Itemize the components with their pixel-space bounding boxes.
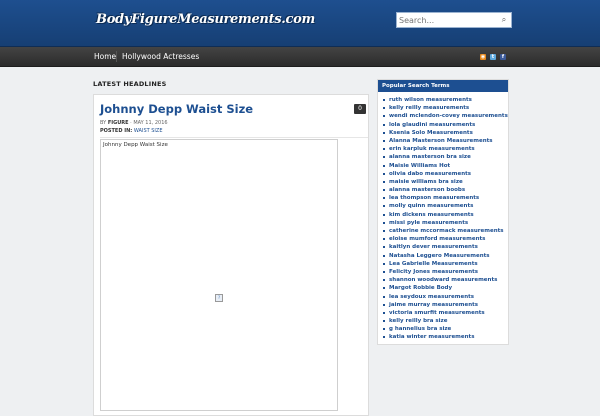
facebook-icon[interactable]: f	[500, 54, 506, 60]
search-term-item[interactable]: katia winter measurements	[382, 333, 508, 341]
broken-image-icon: ?	[215, 294, 223, 302]
search-term-item[interactable]: victoria smurfit measurements	[382, 309, 508, 317]
search-term-link[interactable]: kelly reilly measurements	[389, 105, 469, 111]
search-term-item[interactable]: Lea Gabrielle Measurements	[382, 260, 508, 268]
search-term-item[interactable]: olivia dabo measurements	[382, 170, 508, 178]
search-term-item[interactable]: g hannelius bra size	[382, 325, 508, 333]
nav-item-home[interactable]: Home	[94, 47, 116, 66]
search-term-item[interactable]: shannon woodward measurements	[382, 276, 508, 284]
search-term-link[interactable]: Margot Robbie Body	[389, 285, 452, 291]
search-input[interactable]	[399, 13, 495, 27]
search-terms-list: ruth wilson measurements kelly reilly me…	[382, 96, 508, 342]
search-term-item[interactable]: Felicity Jones measurements	[382, 268, 508, 276]
search-box[interactable]: ⌕	[396, 12, 512, 28]
search-term-item[interactable]: kim dickens measurements	[382, 211, 508, 219]
search-term-link[interactable]: Lea Gabrielle Measurements	[389, 261, 478, 267]
post-divider	[100, 137, 368, 138]
rss-icon[interactable]: ◉	[480, 54, 486, 60]
posted-in-label: POSTED IN:	[100, 128, 133, 134]
search-term-link[interactable]: kelly reilly bra size	[389, 318, 447, 324]
search-term-link[interactable]: molly quinn measurements	[389, 203, 473, 209]
search-term-link[interactable]: wendi mclendon-covey measurements	[389, 113, 508, 119]
search-term-link[interactable]: katia winter measurements	[389, 334, 474, 340]
main-navigation: Home Hollywood Actresses ◉ t f	[0, 47, 600, 67]
post-byline: BY FIGURE · MAY 11, 2016	[100, 120, 168, 126]
search-term-item[interactable]: Alanna Masterson Measurements	[382, 137, 508, 145]
search-term-link[interactable]: eloise mumford measurements	[389, 236, 485, 242]
search-term-link[interactable]: missi pyle measurements	[389, 220, 468, 226]
search-term-link[interactable]: kaitlyn dever measurements	[389, 244, 478, 250]
search-term-item[interactable]: Natasha Leggero Measurements	[382, 252, 508, 260]
search-term-item[interactable]: lea seydoux measurements	[382, 293, 508, 301]
post-date: MAY 11, 2016	[133, 120, 168, 126]
search-term-item[interactable]: molly quinn measurements	[382, 202, 508, 210]
nav-item-hollywood-actresses[interactable]: Hollywood Actresses	[122, 47, 199, 66]
site-logo[interactable]: BodyFigureMeasurements.com	[96, 12, 315, 27]
search-term-item[interactable]: lea thompson measurements	[382, 194, 508, 202]
search-term-item[interactable]: alanna masterson bra size	[382, 153, 508, 161]
search-term-link[interactable]: maisie williams bra size	[389, 179, 463, 185]
search-term-link[interactable]: catherine mccormack measurements	[389, 228, 504, 234]
sidebar-popular-searches: Popular Search Terms ruth wilson measure…	[377, 79, 509, 345]
search-term-item[interactable]: maisie williams bra size	[382, 178, 508, 186]
search-term-link[interactable]: lola glaudini measurements	[389, 122, 475, 128]
search-term-link[interactable]: ruth wilson measurements	[389, 97, 472, 103]
search-term-item[interactable]: kaitlyn dever measurements	[382, 243, 508, 251]
search-term-link[interactable]: Alanna Masterson Measurements	[389, 138, 493, 144]
search-term-item[interactable]: Ksenia Solo Measurements	[382, 129, 508, 137]
search-term-link[interactable]: Ksenia Solo Measurements	[389, 130, 473, 136]
post-categories: POSTED IN: WAIST SIZE	[100, 128, 163, 134]
search-term-item[interactable]: kelly reilly measurements	[382, 104, 508, 112]
search-term-item[interactable]: eloise mumford measurements	[382, 235, 508, 243]
search-term-link[interactable]: Maisie Williams Hot	[389, 163, 450, 169]
search-icon[interactable]: ⌕	[499, 15, 509, 25]
search-term-link[interactable]: victoria smurfit measurements	[389, 310, 485, 316]
section-title: LATEST HEADLINES	[93, 80, 167, 88]
nav-divider	[116, 51, 117, 62]
search-term-item[interactable]: wendi mclendon-covey measurements	[382, 112, 508, 120]
search-term-link[interactable]: Natasha Leggero Measurements	[389, 253, 490, 259]
site-header: BodyFigureMeasurements.com ⌕	[0, 0, 600, 47]
search-term-item[interactable]: erin karpluk measurements	[382, 145, 508, 153]
byline-separator: ·	[130, 120, 132, 126]
by-label: BY	[100, 120, 107, 126]
search-term-link[interactable]: kim dickens measurements	[389, 212, 474, 218]
search-term-link[interactable]: shannon woodward measurements	[389, 277, 497, 283]
post-title[interactable]: Johnny Depp Waist Size	[100, 102, 253, 116]
search-term-link[interactable]: lea seydoux measurements	[389, 294, 474, 300]
twitter-icon[interactable]: t	[490, 54, 496, 60]
search-term-item[interactable]: ruth wilson measurements	[382, 96, 508, 104]
search-term-item[interactable]: kelly reilly bra size	[382, 317, 508, 325]
search-term-link[interactable]: alanna masterson bra size	[389, 154, 471, 160]
main-content: LATEST HEADLINES Johnny Depp Waist Size …	[93, 74, 369, 416]
search-term-link[interactable]: jaime murray measurements	[389, 302, 478, 308]
search-term-item[interactable]: catherine mccormack measurements	[382, 227, 508, 235]
search-term-link[interactable]: lea thompson measurements	[389, 195, 479, 201]
search-term-item[interactable]: jaime murray measurements	[382, 301, 508, 309]
search-term-item[interactable]: Maisie Williams Hot	[382, 162, 508, 170]
comment-count: 0	[358, 105, 362, 112]
search-term-link[interactable]: olivia dabo measurements	[389, 171, 471, 177]
search-term-link[interactable]: Felicity Jones measurements	[389, 269, 478, 275]
search-term-item[interactable]: missi pyle measurements	[382, 219, 508, 227]
comment-count-badge[interactable]: 0	[354, 104, 366, 114]
sidebar-title: Popular Search Terms	[378, 80, 508, 92]
post-image-frame: Johnny Depp Waist Size ?	[100, 139, 338, 411]
search-term-link[interactable]: alanna masterson boobs	[389, 187, 465, 193]
search-term-item[interactable]: lola glaudini measurements	[382, 121, 508, 129]
post-category-link[interactable]: WAIST SIZE	[134, 128, 163, 134]
search-term-link[interactable]: erin karpluk measurements	[389, 146, 475, 152]
post-card: Johnny Depp Waist Size 0 BY FIGURE · MAY…	[93, 94, 369, 416]
post-author[interactable]: FIGURE	[108, 120, 129, 126]
search-term-item[interactable]: Margot Robbie Body	[382, 284, 508, 292]
search-term-link[interactable]: g hannelius bra size	[389, 326, 451, 332]
image-caption: Johnny Depp Waist Size	[103, 142, 168, 148]
search-term-item[interactable]: alanna masterson boobs	[382, 186, 508, 194]
